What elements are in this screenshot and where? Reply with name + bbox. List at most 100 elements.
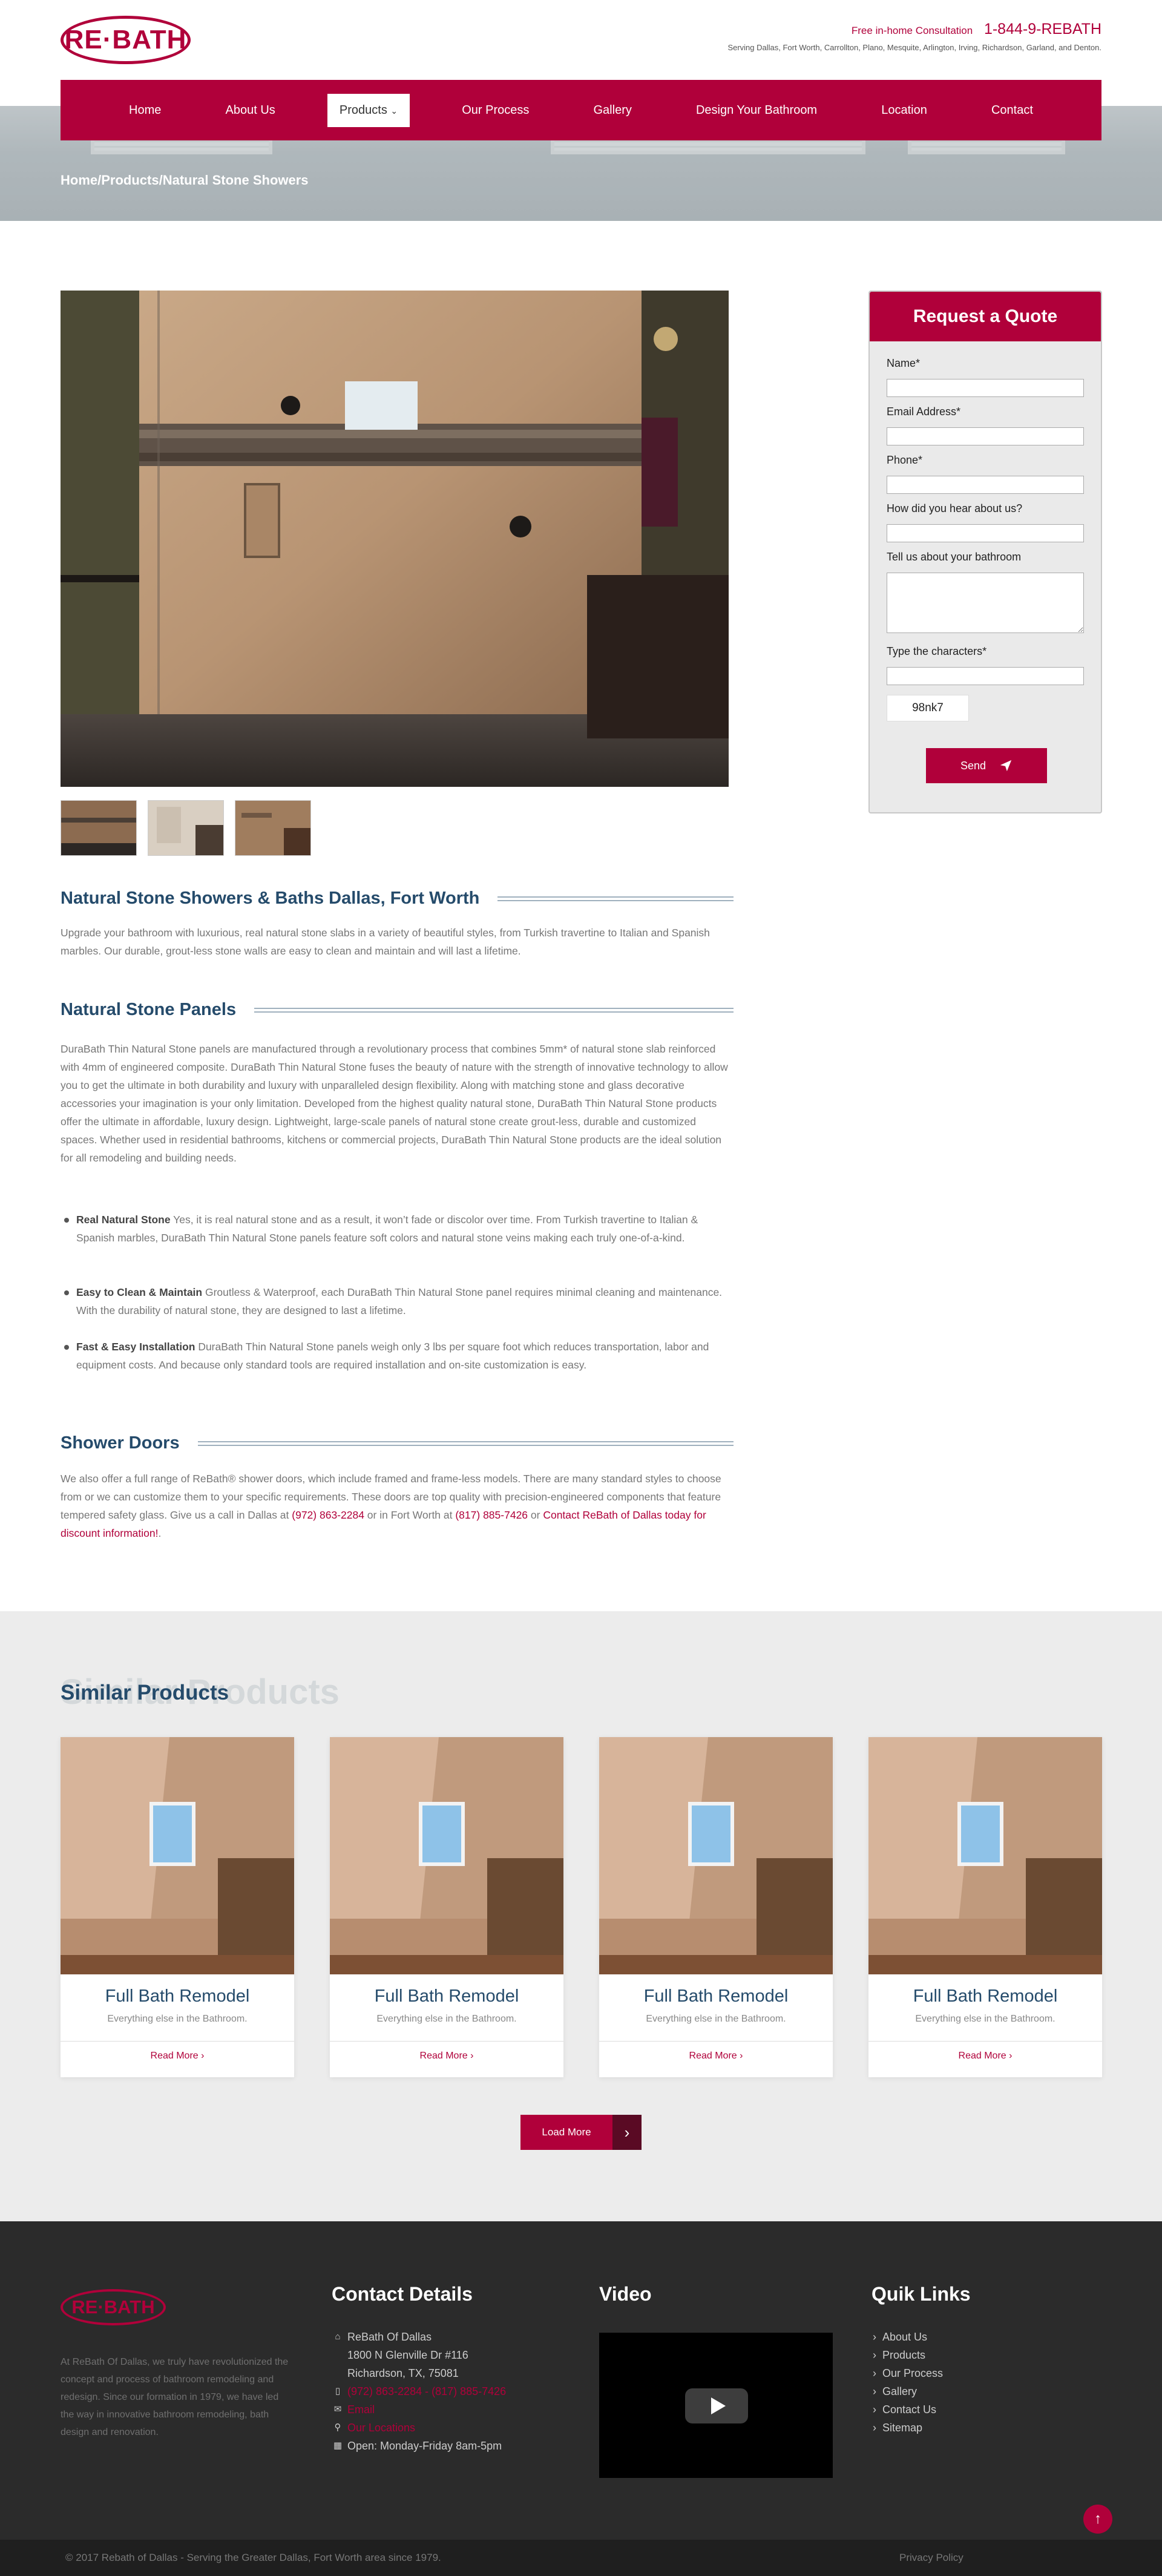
footer-logo[interactable]: RE·BATH [61,2289,166,2325]
footer: RE·BATH At ReBath Of Dallas, we truly ha… [0,2221,1162,2540]
name-field[interactable] [887,379,1084,397]
similar-title: Similar Products [61,1681,229,1704]
product-card-subtitle: Everything else in the Bathroom. [915,2014,1055,2024]
breadcrumb[interactable]: Home/Products/Natural Stone Showers [61,172,309,188]
product-card-title: Full Bath Remodel [913,1986,1058,2006]
phone-field[interactable] [887,476,1084,494]
quick-link-gallery[interactable]: Gallery [872,2382,943,2400]
product-card-subtitle: Everything else in the Bathroom. [646,2014,786,2024]
referral-field[interactable] [887,524,1084,542]
copyright-bar: © 2017 Rebath of Dallas - Serving the Gr… [0,2540,1162,2576]
nav-home[interactable]: Home [117,94,173,127]
read-more-link[interactable]: Read More › [330,2051,563,2062]
thumbnail-strip [61,800,311,856]
bullet-title: Real Natural Stone [76,1214,171,1226]
contact-details-heading: Contact Details [332,2283,473,2305]
panels-paragraph: DuraBath Thin Natural Stone panels are m… [61,1043,728,1164]
section-heading: Shower Doors [61,1433,734,1453]
product-card-title: Full Bath Remodel [105,1986,250,2006]
bullet-title: Fast & Easy Installation [76,1341,195,1353]
dallas-phone-link[interactable]: (972) 863-2284 [292,1509,364,1521]
phone-label: Phone* [887,454,923,466]
nav-design-your-bathroom[interactable]: Design Your Bathroom [684,94,829,127]
send-label: Send [960,759,986,772]
chevron-right-icon: › [612,2115,642,2150]
quick-link-about-us[interactable]: About Us [872,2328,943,2346]
mobile-phone-icon: ▯ [335,2386,341,2396]
email-field[interactable] [887,427,1084,445]
footer-locations-link[interactable]: Our Locations [347,2422,415,2434]
arrow-up-icon[interactable]: ↑ [1083,2505,1112,2534]
email-label: Email Address* [887,406,961,418]
copyright-text: © 2017 Rebath of Dallas - Serving the Gr… [65,2552,441,2563]
card-divider [599,2041,833,2042]
privacy-policy-link[interactable]: Privacy Policy [899,2552,963,2564]
video-player[interactable] [599,2333,833,2478]
play-button[interactable] [685,2388,748,2423]
doors-text: or in Fort Worth at [364,1509,456,1521]
load-more-button[interactable]: Load More › [520,2115,642,2150]
product-card[interactable]: Full Bath Remodel Everything else in the… [868,1737,1102,2077]
product-card[interactable]: Full Bath Remodel Everything else in the… [61,1737,294,2077]
referral-label: How did you hear about us? [887,502,1023,514]
quick-link-our-process[interactable]: Our Process [872,2364,943,2382]
card-divider [868,2041,1102,2042]
business-hours: Open: Monday-Friday 8am-5pm [347,2440,502,2452]
envelope-icon: ✉ [333,2404,342,2414]
read-more-link[interactable]: Read More › [599,2051,833,2062]
product-card-image[interactable] [61,1737,294,1974]
product-card-image[interactable] [599,1737,833,1974]
thumbnail-3[interactable] [235,800,311,856]
company-name: ReBath Of Dallas [347,2331,432,2343]
product-main-image[interactable] [61,291,729,787]
bullet-dot [64,1290,69,1295]
quick-link-products[interactable]: Products [872,2346,943,2364]
nav-our-process[interactable]: Our Process [450,94,541,127]
bullet-title: Easy to Clean & Maintain [76,1286,203,1298]
read-more-link[interactable]: Read More › [868,2051,1102,2062]
read-more-label: Read More [419,2051,468,2061]
fort-worth-phone-link[interactable]: (817) 885-7426 [455,1509,528,1521]
nav-location[interactable]: Location [869,94,939,127]
thumbnail-2[interactable] [148,800,224,856]
captcha-field[interactable] [887,667,1084,685]
heading-rule [197,1441,734,1446]
nav-gallery[interactable]: Gallery [582,94,644,127]
logo-text: RE·BATH [64,25,187,54]
shower-photo [61,291,729,787]
bathroom-label: Tell us about your bathroom [887,551,1022,563]
product-card-image[interactable] [330,1737,563,1974]
quick-link-contact-us[interactable]: Contact Us [872,2400,943,2419]
rebath-logo[interactable]: RE·BATH [61,16,191,64]
footer-email-link[interactable]: Email [347,2404,375,2416]
thumbnail-1[interactable] [61,800,137,856]
quick-link-sitemap[interactable]: Sitemap [872,2419,943,2437]
header-phone-link[interactable]: 1-844-9-REBATH [984,21,1101,38]
nav-contact[interactable]: Contact [979,94,1045,127]
product-card-title: Full Bath Remodel [374,1986,519,2006]
nav-about-us[interactable]: About Us [214,94,287,127]
play-icon [711,2397,726,2414]
card-divider [61,2041,294,2042]
chevron-right-icon: › [1009,2051,1013,2061]
product-card[interactable]: Full Bath Remodel Everything else in the… [330,1737,563,2077]
intro-paragraph: Upgrade your bathroom with luxurious, re… [61,927,710,957]
footer-phone-links[interactable]: (972) 863-2284 - (817) 885-7426 [347,2385,506,2397]
serving-areas: Serving Dallas, Fort Worth, Carrollton, … [727,43,1101,52]
footer-about: At ReBath Of Dallas, we truly have revol… [61,2357,289,2437]
chevron-right-icon: › [740,2051,743,2061]
video-heading: Video [599,2283,652,2305]
product-card[interactable]: Full Bath Remodel Everything else in the… [599,1737,833,2077]
captcha-label: Type the characters* [887,645,987,657]
quote-title: Request a Quote [870,292,1101,341]
heading-rule [254,1007,734,1013]
shower-doors-paragraph: We also offer a full range of ReBath® sh… [61,1470,734,1542]
bathroom-textarea[interactable] [887,573,1084,633]
nav-products[interactable]: Products ⌄ [327,93,410,127]
send-button[interactable]: Send [926,748,1047,783]
product-card-image[interactable] [868,1737,1102,1974]
read-more-link[interactable]: Read More › [61,2051,294,2062]
address-line-2: Richardson, TX, 75081 [347,2367,459,2379]
load-more-label: Load More [542,2126,591,2138]
read-more-label: Read More [958,2051,1006,2061]
